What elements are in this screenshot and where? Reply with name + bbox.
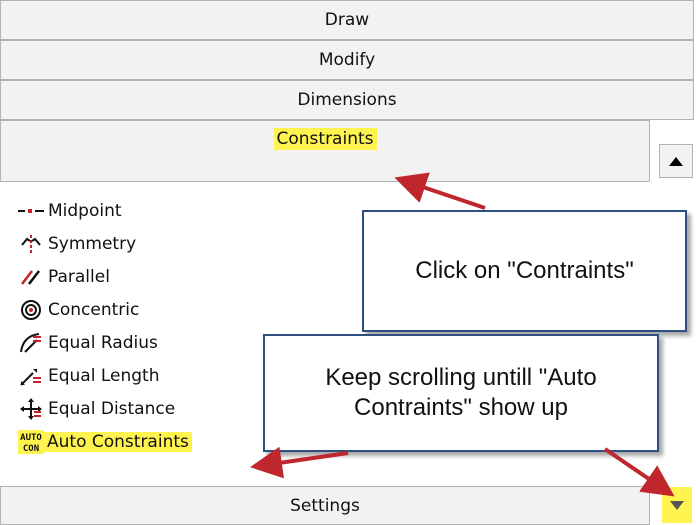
parallel-icon [18, 265, 44, 289]
list-item-label: Equal Length [48, 366, 160, 386]
list-item-label: Parallel [48, 267, 110, 287]
section-draw[interactable]: Draw [0, 0, 694, 40]
concentric-icon [18, 298, 44, 322]
section-settings-label: Settings [290, 495, 360, 516]
section-modify[interactable]: Modify [0, 40, 694, 80]
list-item-label: Concentric [48, 300, 140, 320]
callout-keep-scrolling-text: Keep scrolling untill "Auto Contraints" … [325, 364, 597, 421]
section-dimensions-label: Dimensions [297, 90, 397, 110]
equal-distance-icon [18, 397, 44, 421]
arrow-down-icon [670, 500, 684, 510]
list-item-symmetry[interactable]: Symmetry [18, 229, 136, 259]
scroll-up-button[interactable] [659, 144, 693, 178]
list-item-equal-radius[interactable]: Equal Radius [18, 328, 158, 358]
equal-radius-icon [18, 331, 44, 355]
list-item-equal-length[interactable]: Equal Length [18, 361, 160, 391]
equal-length-icon [18, 364, 44, 388]
auto-constraints-icon: AUTO CON [18, 430, 44, 454]
arrow-to-constraints [394, 172, 486, 210]
list-item-label: Equal Distance [48, 399, 176, 419]
section-settings[interactable]: Settings [0, 486, 650, 525]
symmetry-icon [18, 232, 44, 256]
list-item-auto-constraints[interactable]: AUTO CON Auto Constraints [18, 427, 192, 457]
callout-click-constraints: Click on "Contraints" [362, 210, 687, 332]
section-dimensions[interactable]: Dimensions [0, 80, 694, 120]
section-constraints-label: Constraints [273, 128, 377, 150]
list-item-parallel[interactable]: Parallel [18, 262, 110, 292]
callout-click-constraints-text: Click on "Contraints" [415, 257, 634, 284]
callout-keep-scrolling: Keep scrolling untill "Auto Contraints" … [263, 334, 659, 452]
midpoint-icon [18, 199, 44, 223]
section-modify-label: Modify [318, 50, 376, 70]
section-draw-label: Draw [324, 10, 370, 30]
arrow-up-icon [669, 156, 683, 166]
list-item-label: Symmetry [48, 234, 137, 254]
list-item-concentric[interactable]: Concentric [18, 295, 139, 325]
sketch-palette: Draw Modify Dimensions Constraints Midpo… [0, 0, 696, 525]
list-item-equal-distance[interactable]: Equal Distance [18, 394, 175, 424]
svg-text:AUTO: AUTO [20, 433, 42, 443]
section-constraints[interactable]: Constraints [0, 120, 650, 182]
list-item-label: Auto Constraints [44, 432, 192, 452]
scroll-down-button[interactable] [662, 487, 692, 523]
svg-text:CON: CON [23, 444, 39, 454]
list-item-label: Equal Radius [48, 333, 158, 353]
list-item-label: Midpoint [48, 201, 122, 221]
arrow-to-auto-constraints [250, 446, 349, 479]
list-item-midpoint[interactable]: Midpoint [18, 196, 122, 226]
